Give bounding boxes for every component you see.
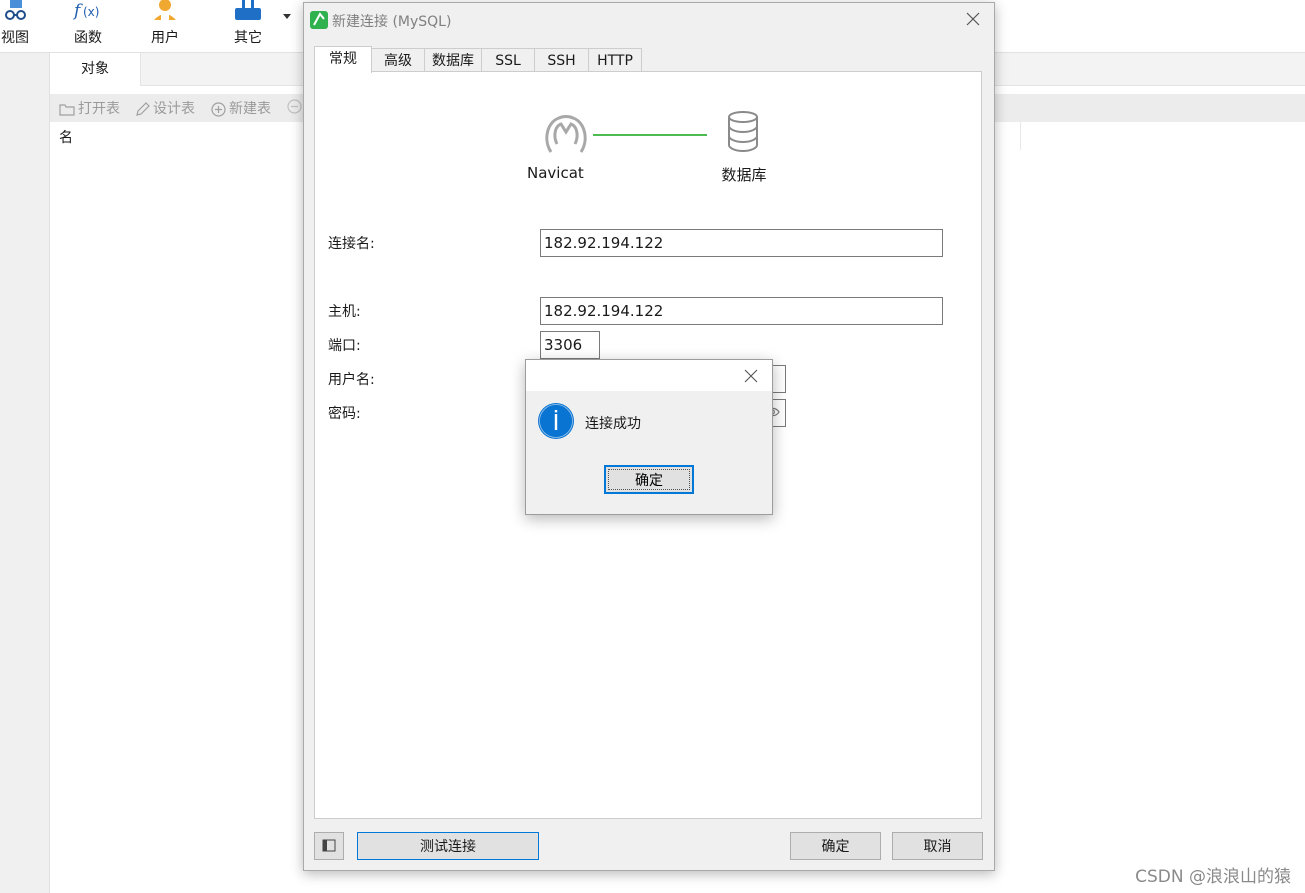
message-ok-button[interactable]: 确定 (604, 465, 694, 494)
connection-name-input[interactable] (540, 229, 943, 257)
host-input[interactable] (540, 297, 943, 325)
folder-icon (59, 103, 75, 116)
design-table-button[interactable]: 设计表 (135, 98, 195, 118)
tab-ssh[interactable]: SSH (534, 48, 589, 72)
dialog-title: 新建连接 (MySQL) (332, 14, 452, 30)
dropdown-arrow-icon[interactable] (283, 14, 291, 20)
toolbar-view-label: 视图 (1, 30, 29, 46)
navicat-logo-icon (310, 11, 328, 29)
toolbar-user-label: 用户 (151, 30, 179, 46)
toolbar-user-button[interactable]: 用户 (140, 0, 190, 52)
object-list-name-column[interactable]: 名 (59, 127, 73, 147)
test-connection-button[interactable]: 测试连接 (357, 832, 539, 860)
message-box-titlebar (526, 360, 772, 391)
tab-advanced[interactable]: 高级 (371, 48, 425, 72)
watermark: CSDN @浪浪山的猿 (1135, 867, 1291, 887)
database-label: 数据库 (721, 166, 767, 184)
port-input[interactable] (540, 331, 600, 359)
toolbar-other-label: 其它 (234, 30, 262, 46)
tab-objects[interactable]: 对象 (50, 53, 141, 86)
message-text: 连接成功 (585, 416, 641, 432)
left-navigation-pane (0, 53, 50, 893)
database-icon (728, 111, 758, 152)
password-label: 密码: (328, 406, 361, 422)
new-table-label: 新建表 (229, 101, 271, 117)
close-icon[interactable] (743, 368, 759, 384)
port-label: 端口: (328, 338, 361, 354)
user-icon (154, 0, 176, 20)
new-table-button[interactable]: 新建表 (211, 98, 271, 118)
tab-http[interactable]: HTTP (588, 48, 642, 72)
glasses-icon (5, 0, 26, 20)
panel-toggle-icon (322, 839, 336, 852)
tab-general[interactable]: 常规 (314, 46, 372, 73)
connection-success-message-box: 连接成功 确定 (525, 359, 773, 515)
tools-icon (235, 0, 261, 20)
ok-button[interactable]: 确定 (790, 832, 881, 860)
svg-text:f: f (72, 1, 83, 21)
column-divider (1020, 122, 1021, 150)
toolbar-other-button[interactable]: 其它 (223, 0, 273, 52)
toolbar-function-button[interactable]: f (x) 函数 (63, 0, 113, 52)
info-icon (538, 403, 574, 439)
svg-text:(x): (x) (83, 5, 99, 19)
connection-name-label: 连接名: (328, 236, 375, 252)
plus-circle-icon (211, 101, 226, 117)
host-label: 主机: (328, 304, 361, 320)
toolbar-function-label: 函数 (74, 30, 102, 46)
username-label: 用户名: (328, 372, 375, 388)
toggle-sidebar-button[interactable] (314, 832, 344, 860)
connection-line (593, 134, 707, 136)
tab-databases[interactable]: 数据库 (424, 48, 482, 72)
navicat-label: Navicat (527, 164, 584, 182)
design-table-label: 设计表 (153, 101, 195, 117)
open-table-button[interactable]: 打开表 (59, 98, 120, 118)
navicat-icon (545, 115, 587, 153)
close-icon[interactable] (964, 10, 982, 28)
function-icon: f (x) (72, 1, 99, 21)
minus-circle-icon (287, 98, 302, 114)
cancel-button[interactable]: 取消 (892, 832, 983, 860)
pencil-icon (136, 101, 150, 116)
toolbar-view-button[interactable]: 视图 (0, 0, 40, 52)
tab-ssl[interactable]: SSL (481, 48, 535, 72)
open-table-label: 打开表 (78, 101, 120, 117)
